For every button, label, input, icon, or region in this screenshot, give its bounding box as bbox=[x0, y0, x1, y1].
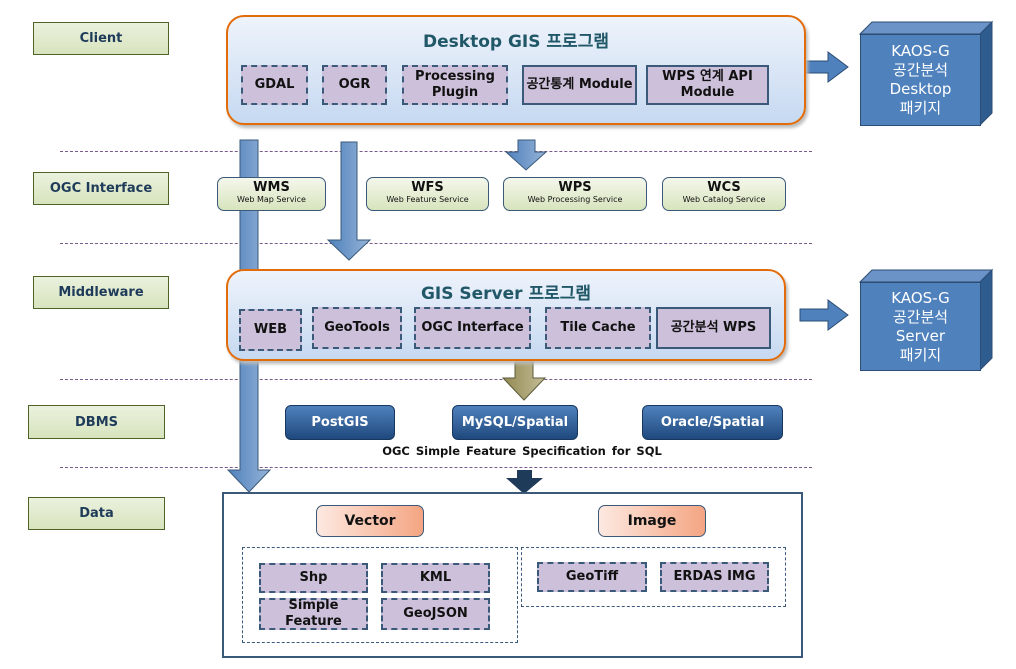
module-ogr: OGR bbox=[322, 65, 387, 105]
service-name: WCS bbox=[707, 180, 741, 195]
ogc-wps: WPS Web Processing Service bbox=[503, 177, 647, 211]
module-wps-api: WPS 연계 API Module bbox=[646, 65, 769, 105]
module-processing-plugin: Processing Plugin bbox=[402, 65, 508, 105]
package-server: KAOS-G 공간분석 Server 패키지 bbox=[860, 282, 981, 371]
package-line: Server bbox=[895, 326, 946, 345]
db-oracle-spatial: Oracle/Spatial bbox=[642, 405, 783, 440]
format-kml: KML bbox=[381, 563, 490, 593]
service-name: WMS bbox=[253, 180, 290, 195]
arrow-dbms-to-data bbox=[506, 470, 543, 494]
ogc-wcs: WCS Web Catalog Service bbox=[662, 177, 786, 211]
architecture-diagram: Client OGC Interface Middleware DBMS Dat… bbox=[0, 0, 1016, 669]
desktop-gis-title: Desktop GIS 프로그램 bbox=[423, 32, 609, 52]
db-postgis: PostGIS bbox=[285, 405, 395, 440]
db-mysql-spatial: MySQL/Spatial bbox=[452, 405, 578, 440]
package-line: KAOS-G bbox=[891, 42, 950, 60]
sql-spec-label: OGC Simple Feature Specification for SQL bbox=[382, 444, 662, 458]
ogc-wfs: WFS Web Feature Service bbox=[366, 177, 489, 211]
arrow-desktop-to-wps bbox=[504, 139, 548, 171]
module-gdal: GDAL bbox=[241, 65, 308, 105]
format-simple-feature: Simple Feature bbox=[259, 598, 368, 630]
category-vector: Vector bbox=[316, 505, 424, 537]
package-line: 패키지 bbox=[899, 345, 942, 364]
arrow-desktop-to-package bbox=[799, 51, 849, 83]
module-ogc-interface: OGC Interface bbox=[414, 307, 531, 349]
service-desc: Web Map Service bbox=[237, 195, 306, 204]
module-geotools: GeoTools bbox=[312, 307, 402, 349]
format-shp: Shp bbox=[259, 563, 368, 593]
module-spatial-analysis-wps: 공간분석 WPS bbox=[656, 307, 771, 349]
service-desc: Web Feature Service bbox=[386, 195, 469, 204]
gis-server-title: GIS Server 프로그램 bbox=[420, 284, 592, 304]
package-desktop: KAOS-G 공간분석 Desktop 패키지 bbox=[860, 34, 981, 126]
package-line: 공간분석 bbox=[892, 307, 949, 326]
module-tile-cache: Tile Cache bbox=[545, 307, 651, 349]
arrow-desktop-to-server bbox=[326, 141, 372, 261]
format-geojson: GeoJSON bbox=[381, 598, 490, 630]
arrow-server-to-package bbox=[799, 299, 849, 331]
service-desc: Web Processing Service bbox=[527, 195, 623, 204]
category-image: Image bbox=[598, 505, 706, 537]
package-line: 공간분석 bbox=[892, 61, 949, 79]
service-desc: Web Catalog Service bbox=[682, 195, 766, 204]
package-line: KAOS-G bbox=[891, 288, 950, 307]
service-name: WFS bbox=[411, 180, 444, 195]
module-web: WEB bbox=[239, 309, 302, 351]
package-line: 패키지 bbox=[899, 99, 942, 117]
format-geotiff: GeoTiff bbox=[537, 562, 647, 592]
module-spatial-statistics: 공간통계 Module bbox=[522, 65, 637, 105]
ogc-wms: WMS Web Map Service bbox=[217, 177, 326, 211]
arrow-server-to-dbms bbox=[501, 361, 547, 401]
service-name: WPS bbox=[558, 180, 592, 195]
package-line: Desktop bbox=[889, 80, 952, 98]
format-erdas-img: ERDAS IMG bbox=[660, 562, 769, 592]
